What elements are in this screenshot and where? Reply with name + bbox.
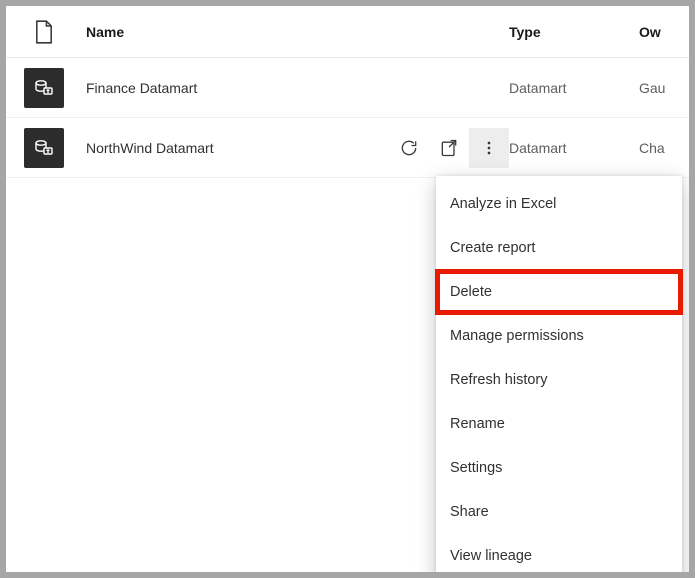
more-options-button[interactable] — [469, 128, 509, 168]
row-name[interactable]: Finance Datamart — [82, 80, 369, 96]
table-row[interactable]: NorthWind Datamart — [6, 118, 689, 178]
table-header-row: Name Type Ow — [6, 6, 689, 58]
row-name[interactable]: NorthWind Datamart — [82, 140, 369, 156]
menu-item-analyze-in-excel[interactable]: Analyze in Excel — [436, 182, 682, 226]
document-icon — [34, 20, 54, 44]
quick-share-button[interactable] — [429, 128, 469, 168]
menu-item-view-lineage[interactable]: View lineage — [436, 534, 682, 572]
header-owner[interactable]: Ow — [639, 24, 689, 40]
menu-item-share[interactable]: Share — [436, 490, 682, 534]
app-frame: Name Type Ow Finance Datamart Datamart — [6, 6, 689, 572]
datamart-icon — [24, 68, 64, 108]
menu-item-settings[interactable]: Settings — [436, 446, 682, 490]
menu-item-delete[interactable]: Delete — [436, 270, 682, 314]
more-vertical-icon — [479, 138, 499, 158]
row-owner: Cha — [639, 140, 689, 156]
menu-item-manage-permissions[interactable]: Manage permissions — [436, 314, 682, 358]
items-table: Name Type Ow Finance Datamart Datamart — [6, 6, 689, 178]
row-icon-cell — [6, 68, 82, 108]
header-type[interactable]: Type — [509, 24, 639, 40]
menu-item-refresh-history[interactable]: Refresh history — [436, 358, 682, 402]
row-owner: Gau — [639, 80, 689, 96]
row-type: Datamart — [509, 140, 639, 156]
refresh-button[interactable] — [389, 128, 429, 168]
share-shortcut-icon — [439, 138, 459, 158]
menu-item-create-report[interactable]: Create report — [436, 226, 682, 270]
row-actions — [369, 128, 509, 168]
context-menu: Analyze in Excel Create report Delete Ma… — [436, 176, 682, 572]
table-row[interactable]: Finance Datamart Datamart Gau — [6, 58, 689, 118]
menu-item-rename[interactable]: Rename — [436, 402, 682, 446]
row-icon-cell — [6, 128, 82, 168]
datamart-icon — [24, 128, 64, 168]
header-name[interactable]: Name — [82, 24, 369, 40]
refresh-icon — [399, 138, 419, 158]
header-icon-cell — [6, 20, 82, 44]
row-type: Datamart — [509, 80, 639, 96]
